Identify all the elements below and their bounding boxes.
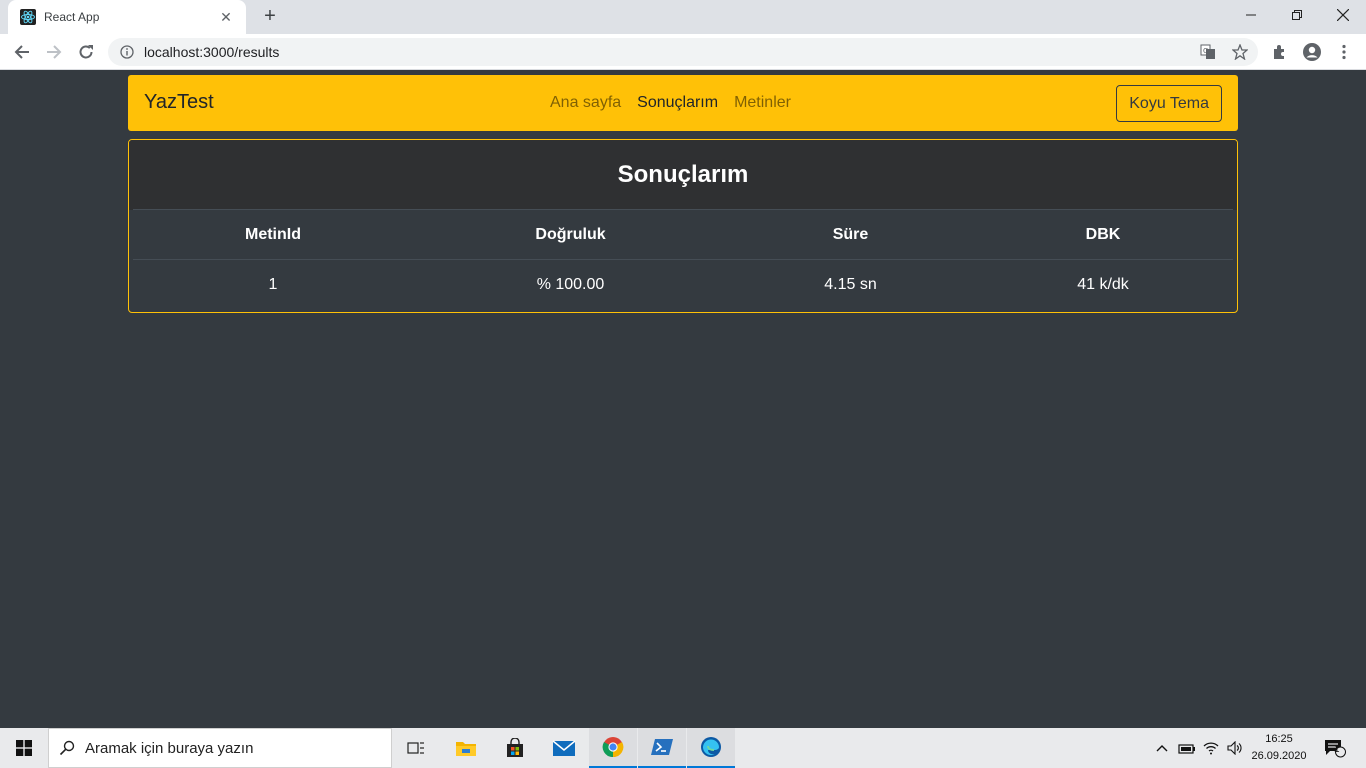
nav-link-texts[interactable]: Metinler [734, 94, 791, 112]
column-header-wpm: DBK [973, 209, 1233, 260]
bookmark-star-icon[interactable] [1228, 40, 1252, 64]
powershell-icon[interactable] [638, 728, 686, 768]
cell-metinid: 1 [268, 275, 278, 293]
new-tab-icon[interactable]: + [258, 6, 282, 28]
page-title: Sonuçlarım [617, 161, 749, 188]
clock-time: 16:25 [1265, 733, 1293, 745]
cell-wpm: 41 k/dk [1077, 275, 1129, 293]
results-card: Sonuçlarım MetinId Doğruluk Süre DBK 1 %… [128, 139, 1238, 313]
address-bar[interactable]: localhost:3000/results [108, 38, 1258, 66]
react-logo-icon [20, 9, 36, 25]
browser-tabstrip: React App ✕ + [0, 0, 1366, 34]
search-icon [59, 740, 75, 756]
column-header-duration: Süre [728, 209, 973, 260]
extensions-icon[interactable] [1268, 40, 1292, 64]
mail-icon[interactable] [540, 728, 588, 768]
task-view-icon[interactable] [392, 728, 440, 768]
file-explorer-icon[interactable] [442, 728, 490, 768]
tab-close-icon[interactable]: ✕ [218, 9, 234, 26]
card-header: Sonuçlarım [129, 140, 1237, 210]
nav-link-home[interactable]: Ana sayfa [550, 94, 621, 112]
battery-icon[interactable] [1176, 728, 1198, 768]
taskbar-search-box[interactable]: Aramak için buraya yazın [48, 728, 392, 768]
url-text: localhost:3000/results [144, 44, 280, 60]
back-icon[interactable] [10, 40, 34, 64]
app-navbar: YazTest Ana sayfa Sonuçlarım Metinler Ko… [128, 75, 1238, 131]
reload-icon[interactable] [74, 40, 98, 64]
edge-icon[interactable] [687, 728, 735, 768]
column-header-metinid: MetinId [133, 209, 413, 260]
results-table: MetinId Doğruluk Süre DBK 1 % 100.00 4.1… [133, 209, 1233, 310]
volume-icon[interactable] [1224, 728, 1246, 768]
info-icon[interactable] [120, 45, 134, 59]
column-header-accuracy: Doğruluk [413, 209, 728, 260]
close-window-icon[interactable] [1320, 0, 1366, 30]
tab-title: React App [44, 10, 100, 24]
table-row: 1 % 100.00 4.15 sn 41 k/dk [133, 260, 1233, 310]
clock-date: 26.09.2020 [1251, 750, 1307, 762]
nav-link-results[interactable]: Sonuçlarım [637, 94, 718, 112]
chrome-taskbar-icon[interactable] [589, 728, 637, 768]
taskbar: Aramak için buraya yazın 16:25 26.09.202… [0, 728, 1366, 768]
store-icon[interactable] [491, 728, 539, 768]
brand-logo[interactable]: YazTest [144, 91, 214, 114]
profile-icon[interactable] [1300, 40, 1324, 64]
show-hidden-icons-icon[interactable] [1152, 728, 1172, 768]
translate-icon[interactable]: G [1196, 40, 1220, 64]
cell-accuracy: % 100.00 [536, 275, 605, 293]
forward-icon[interactable] [42, 40, 66, 64]
wifi-icon[interactable] [1200, 728, 1222, 768]
browser-toolbar: localhost:3000/results G [0, 34, 1366, 70]
restore-icon[interactable] [1274, 0, 1320, 30]
windows-start-icon[interactable] [0, 728, 48, 768]
nav-links: Ana sayfa Sonuçlarım Metinler [550, 94, 791, 112]
search-placeholder: Aramak için buraya yazın [85, 739, 254, 757]
cell-duration: 4.15 sn [824, 275, 877, 293]
dark-theme-button[interactable]: Koyu Tema [1116, 85, 1222, 122]
taskbar-clock[interactable]: 16:25 26.09.2020 [1246, 731, 1312, 765]
menu-icon[interactable] [1332, 40, 1356, 64]
svg-text:G: G [1203, 47, 1208, 55]
minimize-icon[interactable] [1228, 0, 1274, 30]
notification-count: 1 [1334, 744, 1340, 755]
notification-center-icon[interactable]: 1 [1320, 728, 1350, 768]
browser-tab[interactable]: React App ✕ [8, 0, 246, 34]
table-header-row: MetinId Doğruluk Süre DBK [133, 209, 1233, 260]
